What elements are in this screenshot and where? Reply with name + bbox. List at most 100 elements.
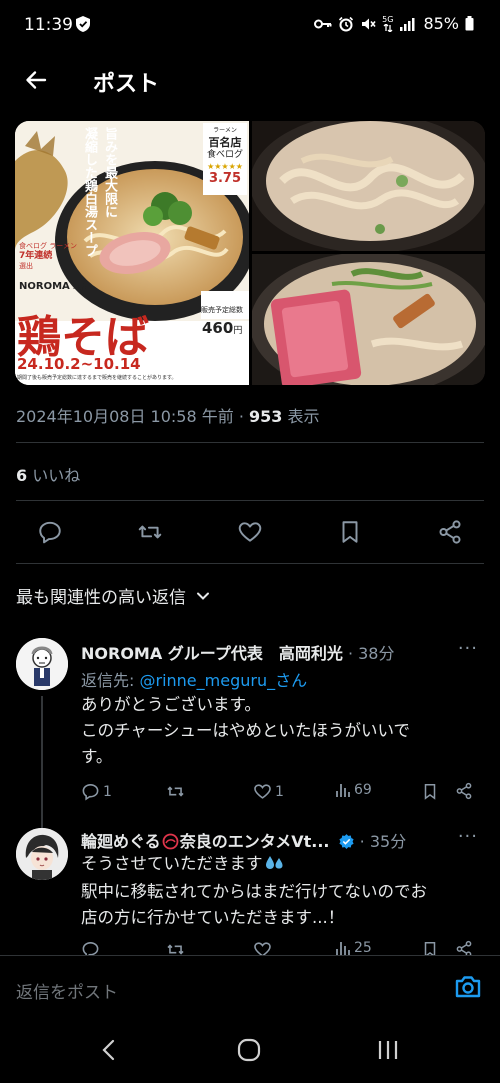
avatar[interactable] — [16, 638, 68, 690]
reply-actions: 25 — [81, 940, 477, 955]
camera-button[interactable] — [454, 974, 482, 1004]
key-icon — [314, 18, 332, 30]
poster-years-3: 選出 — [19, 262, 33, 270]
chevron-left-icon — [102, 1039, 115, 1061]
reply-text: そうさせていただきます 駅中に移転されてからはまだ行けてないのでお 店の方に行か… — [81, 851, 477, 931]
arrow-left-icon — [26, 71, 47, 89]
poster-date-dash: ~ — [80, 355, 94, 373]
like-count: 6 — [16, 466, 28, 485]
reply-views-button[interactable]: 25 — [335, 940, 372, 955]
reply-to-handle[interactable]: @rinne_meguru_さん — [139, 671, 307, 690]
status-bar: 11:39 5G 85% — [0, 0, 500, 52]
share-button[interactable] — [436, 518, 464, 546]
poster-date-start: 24.10.2 — [17, 355, 81, 373]
avatar[interactable] — [16, 828, 68, 880]
reply-count: 1 — [103, 783, 112, 800]
reply-text-line: 駅中に移転されてからはまだ行けてないのでお — [81, 882, 428, 901]
reply-to-prefix: 返信先: — [81, 671, 140, 690]
recents-icon — [378, 1041, 398, 1059]
poster-copy-1: 旨みを最大限に — [102, 127, 117, 218]
post-timestamp[interactable]: 2024年10月08日 10:58 午前 — [16, 407, 234, 426]
repost-button[interactable] — [136, 518, 164, 546]
reply-actions: 1 1 69 — [81, 782, 477, 806]
reply-share-button[interactable] — [455, 782, 473, 800]
sort-label: 最も関連性の高い返信 — [16, 588, 186, 608]
reply-sort-dropdown[interactable]: 最も関連性の高い返信 — [16, 583, 210, 608]
post-image-poster[interactable]: 旨みを最大限に 凝縮した鶏白湯スープ ラーメン 百名店 食べログ ★★★★★ 3… — [15, 121, 249, 385]
camera-icon — [455, 976, 481, 998]
post-image-bowl-top[interactable] — [252, 121, 485, 251]
nav-back-button[interactable] — [98, 1038, 120, 1066]
likes-summary[interactable]: 6 いいね — [16, 462, 80, 486]
reply-input[interactable]: 返信をポスト — [16, 978, 118, 1003]
comment-icon — [39, 521, 61, 544]
analytics-icon — [336, 942, 350, 955]
bookmark-button[interactable] — [336, 518, 364, 546]
reply-reply-button[interactable] — [81, 940, 100, 955]
poster-copy-2: 凝縮した鶏白湯スープ — [82, 127, 97, 257]
reply-repost-button[interactable] — [165, 782, 189, 801]
shield-icon — [76, 16, 90, 36]
post-action-bar — [0, 514, 500, 550]
reply-time: · 38分 — [347, 644, 395, 663]
heart-icon — [254, 942, 271, 955]
like-count: 1 — [275, 783, 284, 800]
system-nav-bar — [0, 1018, 500, 1083]
reply-bookmark-button[interactable] — [421, 782, 439, 801]
divider — [16, 442, 484, 443]
header: ポスト — [0, 52, 500, 108]
views-count: 69 — [354, 782, 372, 798]
bookmark-icon — [424, 784, 436, 800]
reply-author-name[interactable]: NOROMA グループ代表 高岡利光 — [81, 644, 343, 663]
alarm-icon — [338, 16, 354, 32]
poster-rating: 3.75 — [208, 171, 242, 186]
poster-footnote: 期間了後も販売予定総数に達するまで販売を継続することがあります。 — [17, 375, 177, 381]
post-image-bowl-bottom[interactable] — [252, 254, 485, 385]
poster-price: 460円 — [202, 318, 242, 337]
comment-icon — [82, 941, 99, 955]
poster-award-site: 食べログ — [206, 150, 243, 160]
reply-share-button[interactable] — [455, 940, 473, 955]
more-options-button[interactable]: ··· — [458, 638, 478, 659]
share-icon — [456, 782, 472, 800]
chevron-down-icon — [197, 592, 209, 600]
thread-line — [41, 696, 43, 832]
repost-icon — [167, 944, 184, 955]
analytics-icon — [336, 784, 350, 797]
like-button[interactable] — [236, 518, 264, 546]
mute-icon — [360, 16, 376, 32]
page-title: ポスト — [93, 72, 160, 97]
nav-home-button[interactable] — [236, 1038, 262, 1066]
nav-recents-button[interactable] — [376, 1038, 400, 1066]
divider — [16, 563, 484, 564]
reply-bookmark-button[interactable] — [421, 940, 439, 955]
back-button[interactable] — [20, 64, 52, 96]
reply-text-line: ありがとうございます。 — [81, 695, 261, 714]
reply-like-button[interactable]: 1 — [253, 782, 284, 801]
reply-text-fragment: そうさせていただきます — [81, 854, 263, 873]
signal-icon — [399, 17, 415, 31]
meta-separator: · — [238, 407, 244, 426]
more-icon: ··· — [457, 638, 478, 659]
more-options-button[interactable]: ··· — [458, 826, 478, 847]
reply-reply-button[interactable]: 1 — [81, 782, 112, 801]
poster-brand-suffix: 本店 — [73, 283, 88, 291]
poster-price-suffix: 円 — [233, 326, 243, 336]
heart-icon — [238, 522, 262, 542]
reply-repost-button[interactable] — [165, 940, 186, 955]
like-label: いいね — [32, 466, 81, 485]
poster-limited: 販売予定総数 — [201, 306, 243, 314]
reply-views-button[interactable]: 69 — [335, 782, 372, 798]
repost-icon — [167, 786, 184, 797]
poster-dates: 24.10.2~10.14 — [17, 355, 141, 373]
reply-text-line: 店の方に行かせていただきます...！ — [81, 908, 345, 927]
reply-like-button[interactable] — [253, 940, 272, 955]
post-media-grid: 旨みを最大限に 凝縮した鶏白湯スープ ラーメン 百名店 食べログ ★★★★★ 3… — [15, 121, 485, 385]
poster-vertical-copy-2: 凝縮した鶏白湯スープ — [77, 127, 97, 257]
reply-author-name[interactable]: 輪廻めぐる — [81, 832, 161, 851]
reply-item[interactable]: NOROMA グループ代表 高岡利光 · 38分 ··· 返信先: @rinne… — [0, 630, 500, 832]
reply-item[interactable]: 輪廻めぐる 奈良のエンタメVt... · 35分 ··· そうさせていただきます … — [0, 820, 500, 955]
reply-button[interactable] — [36, 518, 64, 546]
post-meta: 2024年10月08日 10:58 午前 · 953 表示 — [16, 403, 320, 427]
bookmark-icon — [424, 942, 436, 955]
